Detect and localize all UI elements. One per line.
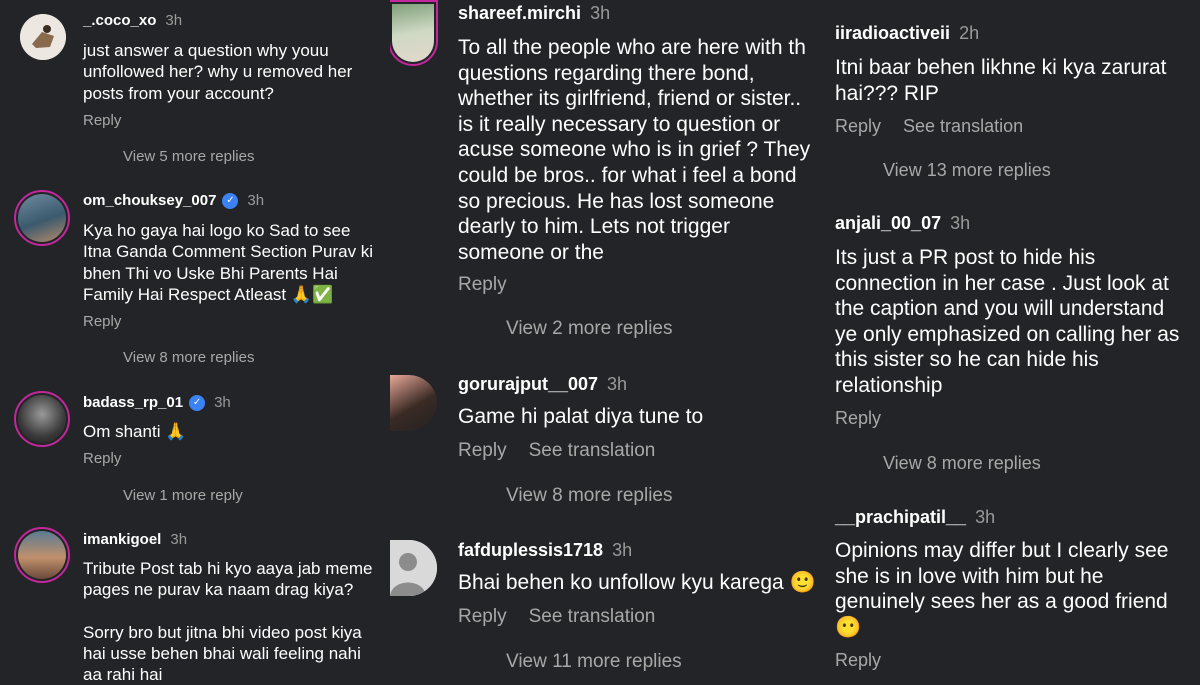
see-translation-button[interactable]: See translation (529, 440, 656, 462)
comments-column-2: shareef.mirchi 3h To all the people who … (390, 0, 818, 685)
avatar[interactable] (14, 391, 70, 447)
reply-button[interactable]: Reply (83, 112, 121, 129)
comment-time: 3h (975, 507, 996, 527)
comment-actions: Reply See translation (458, 606, 655, 628)
view-more-replies-button[interactable]: View 2 more replies (506, 318, 673, 340)
username[interactable]: anjali_00_07 (835, 213, 941, 234)
comment-time: 3h (170, 531, 188, 548)
see-translation-button[interactable]: See translation (903, 116, 1023, 137)
comment-time: 3h (607, 374, 628, 394)
reply-button[interactable]: Reply (835, 116, 881, 137)
username[interactable]: badass_rp_01 (83, 394, 183, 411)
username[interactable]: fafduplessis1718 (458, 540, 603, 561)
comment-time: 3h (950, 213, 971, 233)
username[interactable]: shareef.mirchi (458, 3, 581, 24)
comment-header: anjali_00_07 3h (835, 213, 970, 234)
comment-time: 3h (214, 394, 231, 411)
comments-column-3: iiradioactiveii 2h Itni baar behen likhn… (818, 0, 1200, 685)
username[interactable]: om_chouksey_007 (83, 192, 216, 209)
comment-actions: Reply (83, 313, 121, 330)
view-more-replies-button[interactable]: View 8 more replies (883, 453, 1041, 474)
avatar[interactable] (14, 527, 70, 583)
verified-badge-icon: ✓ (222, 192, 239, 209)
comment-text: Om shanti 🙏 (83, 422, 187, 441)
comment-header: imankigoel 3h (83, 531, 187, 548)
comment-actions: Reply (458, 274, 507, 296)
comment-time: 2h (959, 23, 980, 43)
comment-time: 3h (590, 3, 611, 23)
comment-text: To all the people who are here with th q… (458, 36, 811, 264)
avatar[interactable] (390, 0, 438, 66)
username[interactable]: _.coco_xo (83, 12, 156, 29)
comment-header: _.coco_xo 3h (83, 12, 182, 29)
view-more-replies-button[interactable]: View 8 more replies (506, 485, 673, 507)
reply-button[interactable]: Reply (835, 408, 881, 429)
comment-header: badass_rp_01 ✓ 3h (83, 394, 231, 411)
comment-actions: Reply See translation (835, 116, 1023, 137)
view-more-replies-button[interactable]: View 1 more reply (123, 487, 243, 504)
comment-text: Its just a PR post to hide his connectio… (835, 246, 1180, 397)
comment-text: Kya ho gaya hai logo ko Sad to see Itna … (83, 221, 374, 304)
comment-text: Opinions may differ but I clearly see sh… (835, 539, 1169, 639)
reply-button[interactable]: Reply (458, 440, 507, 462)
comments-column-1: _.coco_xo 3h just answer a question why … (0, 0, 390, 685)
comment-header: iiradioactiveii 2h (835, 23, 979, 44)
username[interactable]: __prachipatil__ (835, 507, 966, 528)
default-avatar-icon[interactable] (390, 540, 437, 596)
comment-text: Game hi palat diya tune to (458, 405, 704, 428)
comment-text: Tribute Post tab hi kyo aaya jab meme pa… (83, 559, 373, 685)
comment-time: 3h (165, 12, 183, 29)
view-more-replies-button[interactable]: View 11 more replies (506, 651, 682, 673)
reply-button[interactable]: Reply (458, 606, 507, 628)
username[interactable]: iiradioactiveii (835, 23, 950, 44)
comment-actions: Reply (835, 650, 881, 671)
comment-header: fafduplessis1718 3h (458, 540, 632, 561)
reply-button[interactable]: Reply (835, 650, 881, 671)
comment-text: Bhai behen ko unfollow kyu karega 🙂 (458, 571, 816, 594)
verified-badge-icon: ✓ (189, 394, 206, 411)
comment-time: 3h (247, 192, 265, 209)
avatar[interactable] (20, 14, 66, 60)
reply-button[interactable]: Reply (458, 274, 507, 296)
avatar[interactable] (390, 375, 437, 431)
view-more-replies-button[interactable]: View 8 more replies (123, 349, 254, 366)
username[interactable]: imankigoel (83, 531, 161, 548)
comment-actions: Reply (835, 408, 881, 429)
comment-actions: Reply See translation (458, 440, 655, 462)
view-more-replies-button[interactable]: View 5 more replies (123, 148, 254, 165)
avatar[interactable] (14, 190, 70, 246)
comment-text: just answer a question why youu unfollow… (83, 41, 353, 103)
comment-text: Itni baar behen likhne ki kya zarurat ha… (835, 56, 1167, 105)
comment-header: __prachipatil__ 3h (835, 507, 995, 528)
comment-header: shareef.mirchi 3h (458, 3, 610, 24)
see-translation-button[interactable]: See translation (529, 606, 656, 628)
comment-header: gorurajput__007 3h (458, 374, 627, 395)
comment-header: om_chouksey_007 ✓ 3h (83, 192, 264, 209)
reply-button[interactable]: Reply (83, 313, 121, 330)
view-more-replies-button[interactable]: View 13 more replies (883, 160, 1051, 181)
reply-button[interactable]: Reply (83, 450, 121, 467)
username[interactable]: gorurajput__007 (458, 374, 598, 395)
comment-actions: Reply (83, 112, 121, 129)
comment-time: 3h (612, 540, 633, 560)
comment-actions: Reply (83, 450, 121, 467)
